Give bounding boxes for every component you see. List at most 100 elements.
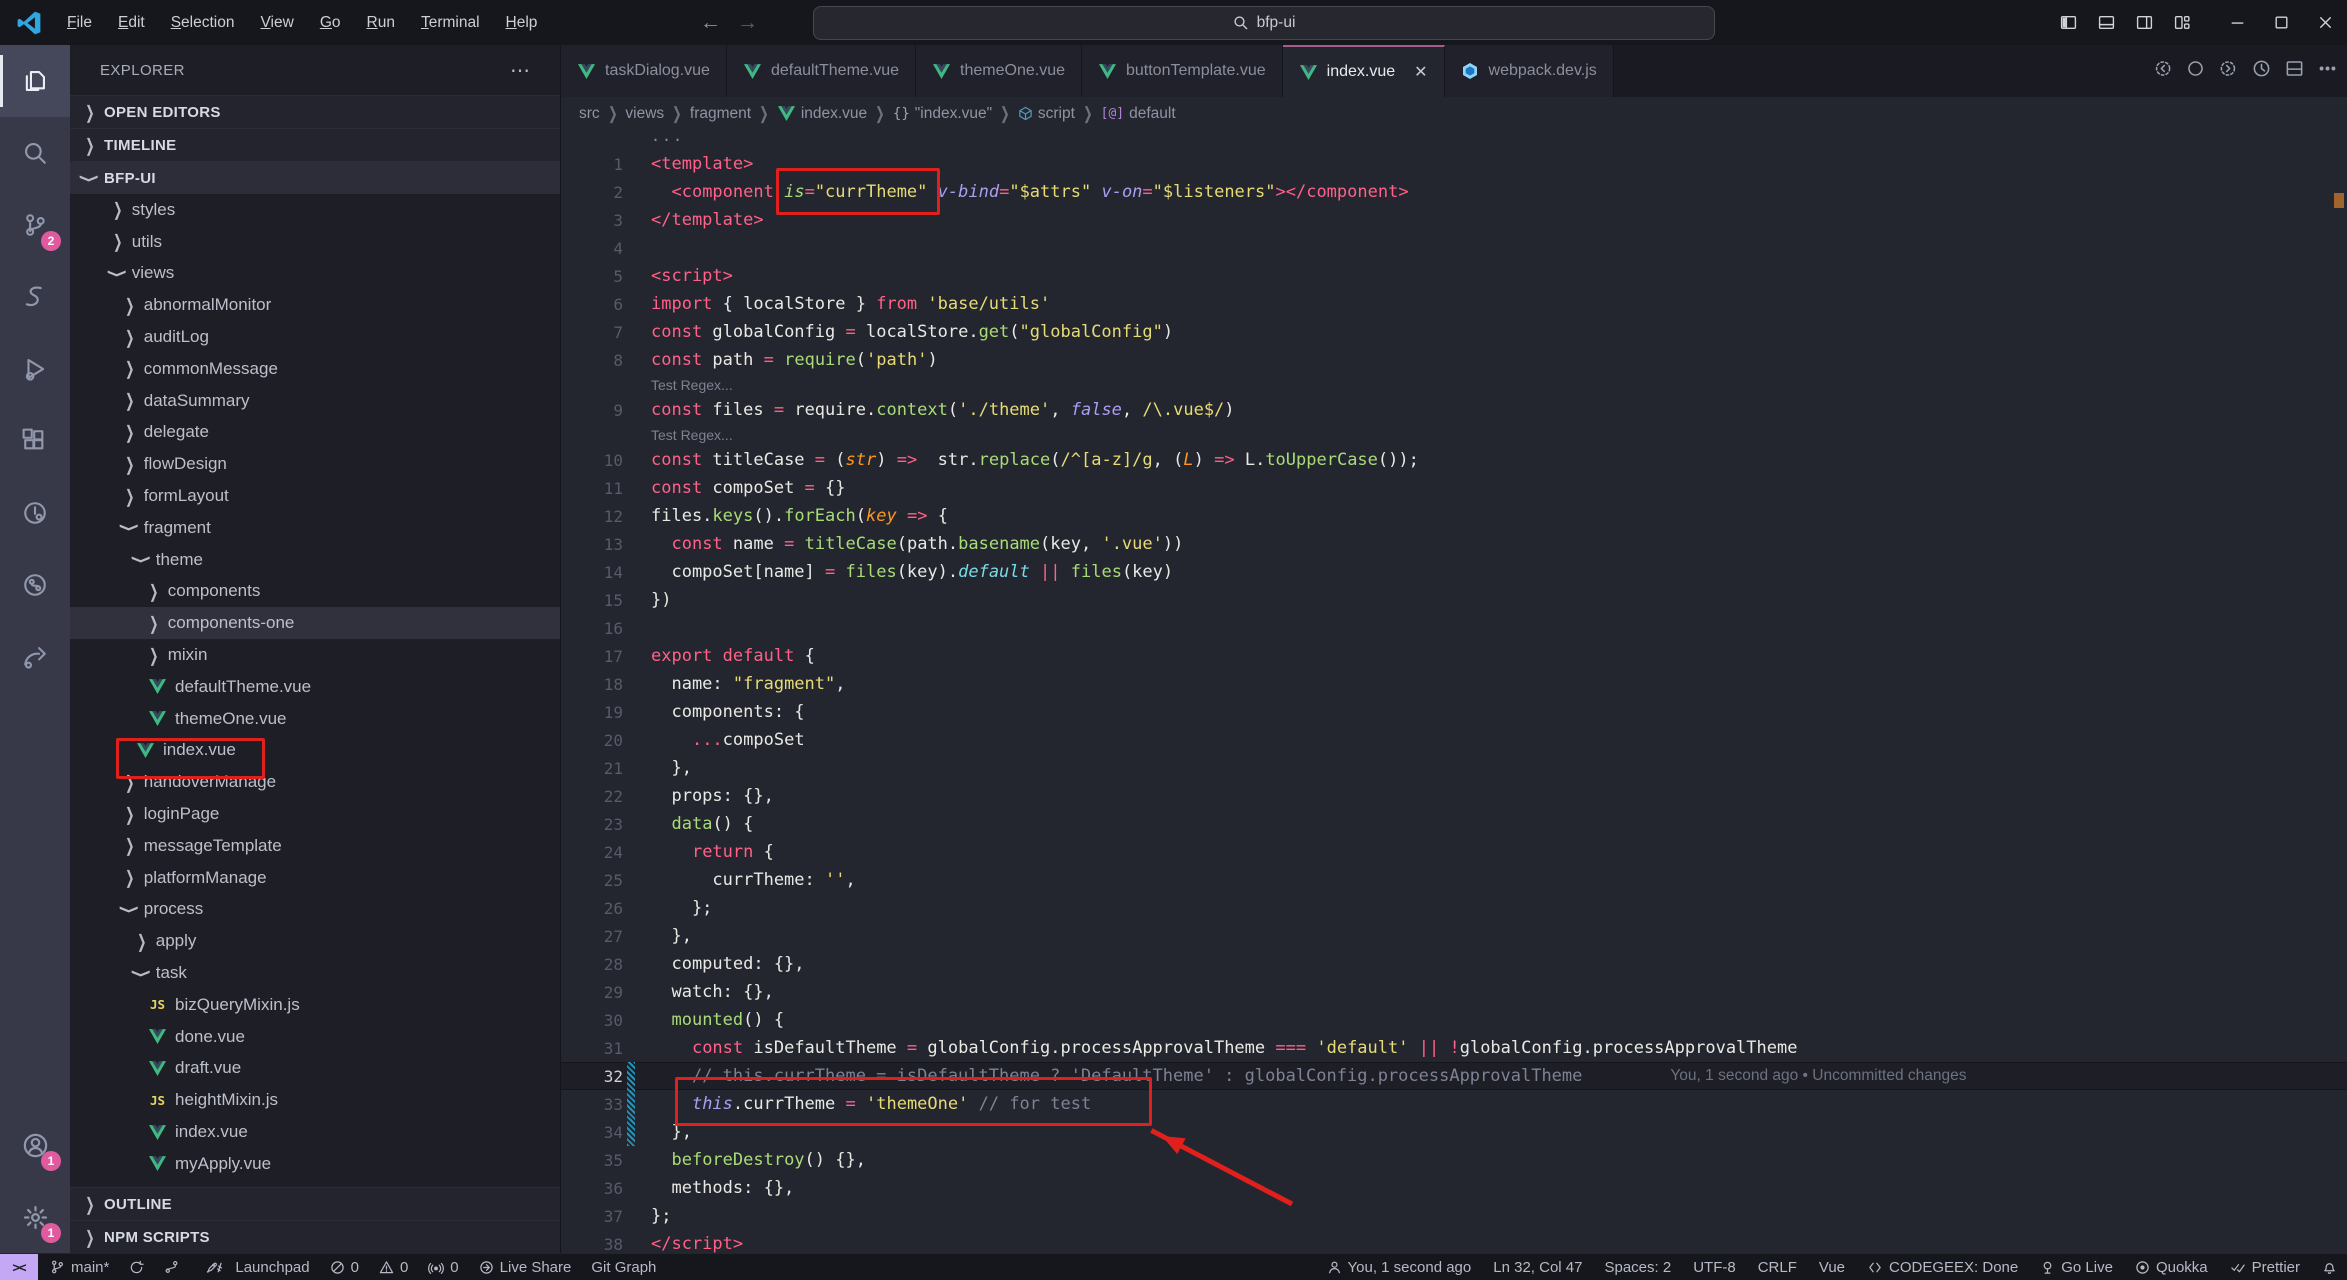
status-spaces-2[interactable]: Spaces: 2 <box>1604 1259 1671 1276</box>
line-number[interactable]: 20 <box>561 731 623 750</box>
customize-layout-button[interactable] <box>2163 0 2201 45</box>
close-button[interactable] <box>2303 0 2347 45</box>
code-line-10[interactable]: 10 const titleCase = (str) => str.replace… <box>561 446 2347 474</box>
line-number[interactable]: 21 <box>561 759 623 778</box>
previous-change-icon[interactable] <box>2153 59 2172 83</box>
line-number[interactable]: 11 <box>561 479 623 498</box>
tab-webpack.dev.js[interactable]: webpack.dev.js <box>1444 45 1614 97</box>
activity-run-debug[interactable] <box>0 333 70 405</box>
code-line-34[interactable]: 34 }, <box>561 1118 2347 1146</box>
menu-terminal[interactable]: Terminal <box>410 9 491 37</box>
tree-item-task[interactable]: ❯ task <box>70 957 560 989</box>
line-number[interactable]: 26 <box>561 899 623 918</box>
status-item[interactable] <box>164 1259 179 1275</box>
more-actions-icon[interactable] <box>2318 59 2337 83</box>
menu-selection[interactable]: Selection <box>160 9 246 37</box>
line-number[interactable]: 32 <box>561 1067 623 1086</box>
tree-item-components-one[interactable]: ❯ components-one <box>70 607 560 640</box>
code-line-23[interactable]: 23 data() { <box>561 810 2347 838</box>
breadcrumb-item-fragment[interactable]: fragment <box>690 105 751 123</box>
status-crlf[interactable]: CRLF <box>1758 1259 1797 1276</box>
line-number[interactable]: 1 <box>561 155 623 174</box>
menu-go[interactable]: Go <box>309 9 352 37</box>
code-line-21[interactable]: 21 }, <box>561 754 2347 782</box>
back-arrow-icon[interactable]: ← <box>700 11 721 35</box>
status-git-graph[interactable]: Git Graph <box>591 1259 656 1276</box>
tree-item-draft.vue[interactable]: draft.vue <box>70 1053 560 1085</box>
status-live-share[interactable]: Live Share <box>479 1259 571 1276</box>
status-codegeex-done[interactable]: CODEGEEX: Done <box>1867 1259 2018 1276</box>
tree-item-myApply.vue[interactable]: myApply.vue <box>70 1148 560 1180</box>
tree-item-defaultTheme.vue[interactable]: defaultTheme.vue <box>70 671 560 703</box>
line-number[interactable]: 29 <box>561 983 623 1002</box>
tree-item-process[interactable]: ❯ process <box>70 894 560 926</box>
code-line-16[interactable]: 16 <box>561 614 2347 642</box>
status-0[interactable]: 0 <box>330 1259 359 1276</box>
tab-index.vue[interactable]: index.vue ✕ <box>1282 45 1445 97</box>
status-0[interactable]: 0 <box>379 1259 408 1276</box>
breadcrumb-item-indexvue[interactable]: {} "index.vue" <box>893 105 992 123</box>
breadcrumb-item-script[interactable]: script <box>1018 105 1075 123</box>
tree-item-apply[interactable]: ❯ apply <box>70 925 560 957</box>
code-line-24[interactable]: 24 return { <box>561 838 2347 866</box>
line-number[interactable]: 16 <box>561 619 623 638</box>
line-number[interactable]: 25 <box>561 871 623 890</box>
status-ln-32-col-47[interactable]: Ln 32, Col 47 <box>1493 1259 1582 1276</box>
line-number[interactable]: 33 <box>561 1095 623 1114</box>
code-line-20[interactable]: 20 ...compoSet <box>561 726 2347 754</box>
line-number[interactable]: 7 <box>561 323 623 342</box>
code-line-36[interactable]: 36 methods: {}, <box>561 1174 2347 1202</box>
status-go-live[interactable]: Go Live <box>2040 1259 2113 1276</box>
code-line-17[interactable]: 17 export default { <box>561 642 2347 670</box>
line-number[interactable]: 28 <box>561 955 623 974</box>
menu-run[interactable]: Run <box>356 9 406 37</box>
tree-item-flowDesign[interactable]: ❯ flowDesign <box>70 448 560 480</box>
status-0[interactable]: 0 <box>428 1259 459 1276</box>
line-number[interactable]: 27 <box>561 927 623 946</box>
line-number[interactable]: 4 <box>561 239 623 258</box>
breadcrumb-item-indexvue[interactable]: index.vue <box>777 105 867 123</box>
activity-settings[interactable]: 1 <box>0 1181 70 1253</box>
timeline-icon[interactable] <box>2252 59 2271 83</box>
code-line-2[interactable]: 2 <component is="currTheme" v-bind="$att… <box>561 178 2347 206</box>
line-number[interactable]: 5 <box>561 267 623 286</box>
tree-item-index.vue[interactable]: index.vue <box>70 1116 560 1148</box>
code-line-19[interactable]: 19 components: { <box>561 698 2347 726</box>
codelens-test-regex[interactable]: Test Regex... <box>561 374 2347 396</box>
explorer-more-actions-icon[interactable]: ⋯ <box>510 58 532 83</box>
tree-item-done.vue[interactable]: done.vue <box>70 1021 560 1053</box>
code-line-1[interactable]: 1 <template> <box>561 150 2347 178</box>
tree-item-abnormalMonitor[interactable]: ❯ abnormalMonitor <box>70 289 560 321</box>
code-line-27[interactable]: 27 }, <box>561 922 2347 950</box>
activity-source-control[interactable]: 2 <box>0 189 70 261</box>
menu-file[interactable]: File <box>56 9 103 37</box>
tree-item-mixin[interactable]: ❯ mixin <box>70 639 560 671</box>
line-number[interactable]: 22 <box>561 787 623 806</box>
code-line-30[interactable]: 30 mounted() { <box>561 1006 2347 1034</box>
code-line-29[interactable]: 29 watch: {}, <box>561 978 2347 1006</box>
status-vue[interactable]: Vue <box>1819 1259 1845 1276</box>
line-number[interactable]: 35 <box>561 1151 623 1170</box>
tree-item-handoverManage[interactable]: ❯ handoverManage <box>70 766 560 798</box>
code-line-14[interactable]: 14 compoSet[name] = files(key).default |… <box>561 558 2347 586</box>
line-number[interactable]: 9 <box>561 401 623 420</box>
tree-item-heightMixin.js[interactable]: JS heightMixin.js <box>70 1084 560 1116</box>
code-line-13[interactable]: 13 const name = titleCase(path.basename(… <box>561 530 2347 558</box>
code-line-8[interactable]: 8 const path = require('path') <box>561 346 2347 374</box>
activity-git-graph[interactable] <box>0 549 70 621</box>
breadcrumb-item-src[interactable]: src <box>579 105 600 123</box>
section-project-root[interactable]: ❯ BFP-UI <box>70 161 560 194</box>
tree-item-components[interactable]: ❯ components <box>70 576 560 608</box>
code-line-28[interactable]: 28 computed: {}, <box>561 950 2347 978</box>
section-timeline[interactable]: ❯ TIMELINE <box>70 128 560 161</box>
status-you-1-second-ago[interactable]: You, 1 second ago <box>1327 1259 1471 1276</box>
line-number[interactable]: 36 <box>561 1179 623 1198</box>
code-line-15[interactable]: 15}) <box>561 586 2347 614</box>
line-number[interactable]: 13 <box>561 535 623 554</box>
close-icon[interactable]: ✕ <box>1414 62 1427 82</box>
activity-accounts[interactable]: 1 <box>0 1109 70 1181</box>
code-line-32[interactable]: 32 // this.currTheme = isDefaultTheme ? … <box>561 1062 2347 1090</box>
line-number[interactable]: 15 <box>561 591 623 610</box>
menu-edit[interactable]: Edit <box>107 9 156 37</box>
current-change-icon[interactable] <box>2186 59 2205 83</box>
